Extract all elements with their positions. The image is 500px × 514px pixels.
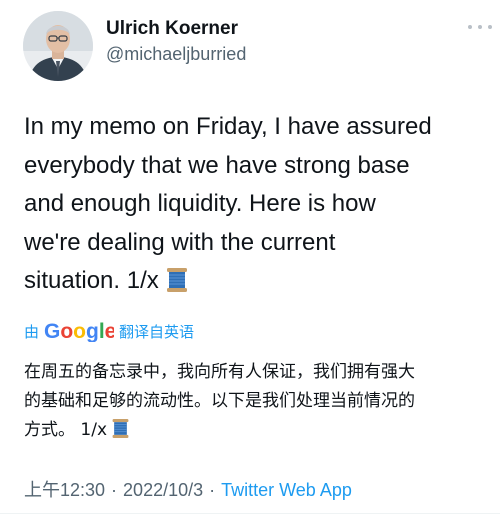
tweet-line: everybody that we have strong base bbox=[24, 151, 410, 179]
tweet-time[interactable]: 上午12:30 bbox=[24, 480, 105, 500]
tweet-text: In my memo on Friday, I have assured eve… bbox=[24, 108, 494, 301]
translate-from-english-link[interactable]: 翻译自英语 bbox=[119, 321, 194, 342]
author-name[interactable]: Ulrich Koerner bbox=[106, 18, 238, 40]
more-dot bbox=[468, 25, 472, 29]
more-dot bbox=[488, 25, 492, 29]
tweet-card: Ulrich Koerner @michaeljburried In my me… bbox=[0, 0, 500, 514]
google-logo: Google bbox=[44, 320, 116, 343]
tweet-line-last: situation. 1/x bbox=[24, 262, 494, 301]
tweet-line: In my memo on Friday, I have assured bbox=[24, 113, 432, 140]
translated-line: 在周五的备忘录中，我向所有人保证，我们拥有强大 bbox=[24, 362, 415, 382]
translated-line: 方式。 1/x bbox=[24, 420, 108, 440]
meta-separator: · bbox=[209, 480, 216, 500]
translation-by: 由 bbox=[24, 323, 40, 341]
thread-spool-emoji bbox=[111, 418, 130, 439]
tweet-line: situation. 1/x bbox=[24, 267, 159, 294]
tweet-date[interactable]: 2022/10/3 bbox=[123, 480, 203, 500]
tweet-line: we're dealing with the current bbox=[24, 228, 336, 256]
translated-text: 在周五的备忘录中，我向所有人保证，我们拥有强大 的基础和足够的流动性。以下是我们… bbox=[24, 358, 494, 445]
svg-text:Google: Google bbox=[44, 320, 114, 342]
author-handle[interactable]: @michaeljburried bbox=[106, 44, 246, 65]
avatar[interactable] bbox=[23, 11, 93, 81]
meta-separator: · bbox=[111, 480, 118, 500]
translated-line-last: 方式。 1/x bbox=[24, 416, 494, 445]
tweet-meta: 上午12:30 · 2022/10/3 · Twitter Web App bbox=[24, 476, 352, 502]
translated-line: 的基础和足够的流动性。以下是我们处理当前情况的 bbox=[24, 391, 415, 411]
more-horizontal-icon[interactable] bbox=[468, 20, 492, 34]
tweet-line: and enough liquidity. Here is how bbox=[24, 190, 376, 217]
more-dot bbox=[478, 25, 482, 29]
translation-attribution[interactable]: 由 Google 翻译自英语 bbox=[24, 319, 194, 343]
thread-spool-emoji bbox=[165, 267, 189, 293]
tweet-source-link[interactable]: Twitter Web App bbox=[221, 480, 352, 500]
